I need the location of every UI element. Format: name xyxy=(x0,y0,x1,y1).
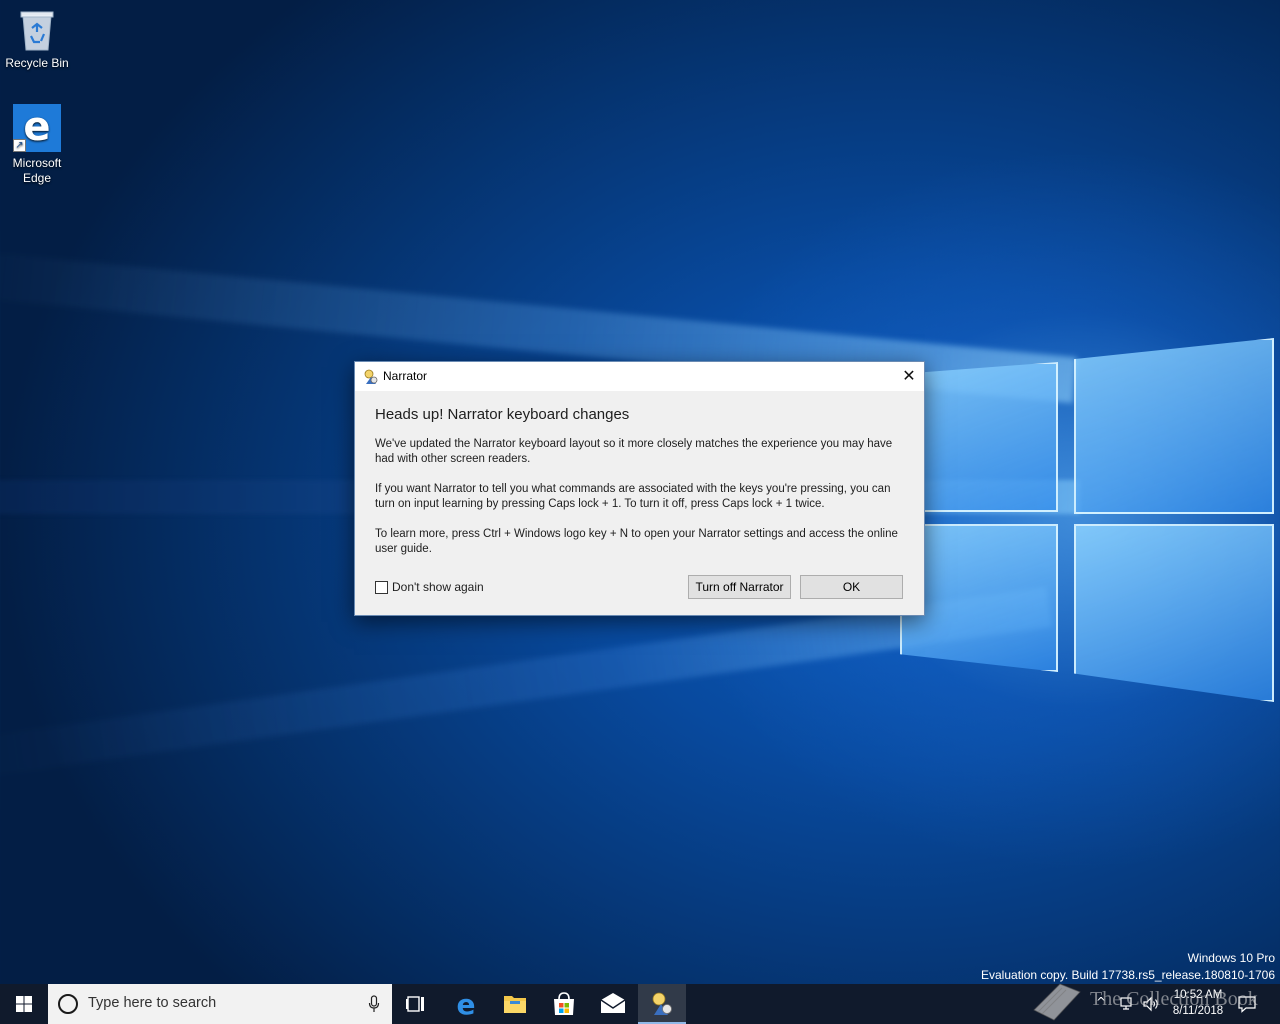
task-view-icon xyxy=(406,996,424,1012)
windows-start-icon xyxy=(16,996,32,1012)
dialog-paragraph: If you want Narrator to tell you what co… xyxy=(375,483,891,510)
taskbar-search-box[interactable]: Type here to search xyxy=(48,984,392,1024)
os-watermark: Windows 10 Pro Evaluation copy. Build 17… xyxy=(981,950,1275,984)
logo-pane xyxy=(1074,524,1274,702)
dialog-title: Narrator xyxy=(383,369,428,383)
desktop-icon-recycle-bin[interactable]: Recycle Bin xyxy=(1,8,73,71)
store-bag-icon xyxy=(554,992,574,1015)
watermark-build: Evaluation copy. Build 17738.rs5_release… xyxy=(981,968,1275,982)
close-button[interactable]: ✕ xyxy=(894,362,924,391)
turn-off-narrator-button[interactable]: Turn off Narrator xyxy=(688,575,791,599)
narrator-icon xyxy=(652,992,672,1015)
checkbox-label[interactable]: Don't show again xyxy=(392,580,484,594)
ok-button[interactable]: OK xyxy=(800,575,903,599)
wallpaper-light-beam xyxy=(0,587,1053,780)
action-center-icon[interactable] xyxy=(1238,995,1256,1013)
taskbar-narrator-button[interactable] xyxy=(638,984,686,1024)
dialog-paragraph: To learn more, press Ctrl + Windows logo… xyxy=(375,528,898,555)
checkbox-box[interactable] xyxy=(375,580,388,594)
network-icon[interactable] xyxy=(1120,996,1136,1012)
start-button[interactable] xyxy=(0,984,48,1024)
folder-icon xyxy=(504,996,526,1013)
taskbar-store-button[interactable] xyxy=(540,984,588,1024)
dialog-paragraph: We've updated the Narrator keyboard layo… xyxy=(375,438,893,465)
cortana-icon xyxy=(58,994,78,1014)
desktop-icon-microsoft-edge[interactable]: e ↗ Microsoft Edge xyxy=(1,104,73,186)
watermark-edition: Windows 10 Pro xyxy=(1187,951,1275,965)
taskbar-file-explorer-button[interactable] xyxy=(491,984,539,1024)
show-hidden-icons-chevron-icon[interactable]: ^ xyxy=(1096,995,1106,1009)
taskbar-edge-button[interactable]: e xyxy=(442,984,490,1024)
svg-text:e: e xyxy=(457,988,476,1021)
taskbar-mail-button[interactable] xyxy=(589,984,637,1024)
dont-show-again-checkbox[interactable]: Don't show again xyxy=(375,579,484,595)
narrator-app-icon xyxy=(363,369,379,385)
wallpaper-windows-logo xyxy=(900,330,1280,710)
task-view-button[interactable] xyxy=(392,984,440,1024)
logo-pane xyxy=(1074,338,1274,514)
narrator-dialog: Narrator ✕ Heads up! Narrator keyboard c… xyxy=(354,361,925,616)
clock-time: 10:52 AM xyxy=(1173,989,1223,1001)
search-input[interactable]: Type here to search xyxy=(88,995,216,1011)
volume-icon[interactable] xyxy=(1142,996,1160,1012)
edge-icon: e xyxy=(457,988,476,1021)
desktop-icon-label: Microsoft Edge xyxy=(12,156,62,185)
microphone-icon[interactable] xyxy=(368,995,380,1013)
desktop-icon-label: Recycle Bin xyxy=(5,56,69,70)
clock-date: 8/11/2018 xyxy=(1172,1005,1224,1017)
dialog-titlebar[interactable]: Narrator ✕ xyxy=(355,362,924,391)
taskbar: Type here to search e ^ 10:52 AM 8/11/20… xyxy=(0,984,1280,1024)
dialog-heading: Heads up! Narrator keyboard changes xyxy=(375,406,630,423)
system-tray: ^ 10:52 AM 8/11/2018 xyxy=(1090,984,1280,1024)
recycle-bin-icon xyxy=(18,8,56,52)
mail-icon xyxy=(600,993,626,1013)
shortcut-arrow-icon: ↗ xyxy=(13,139,26,152)
edge-icon: e ↗ xyxy=(13,104,61,152)
taskbar-clock[interactable]: 10:52 AM 8/11/2018 xyxy=(1166,987,1230,1019)
